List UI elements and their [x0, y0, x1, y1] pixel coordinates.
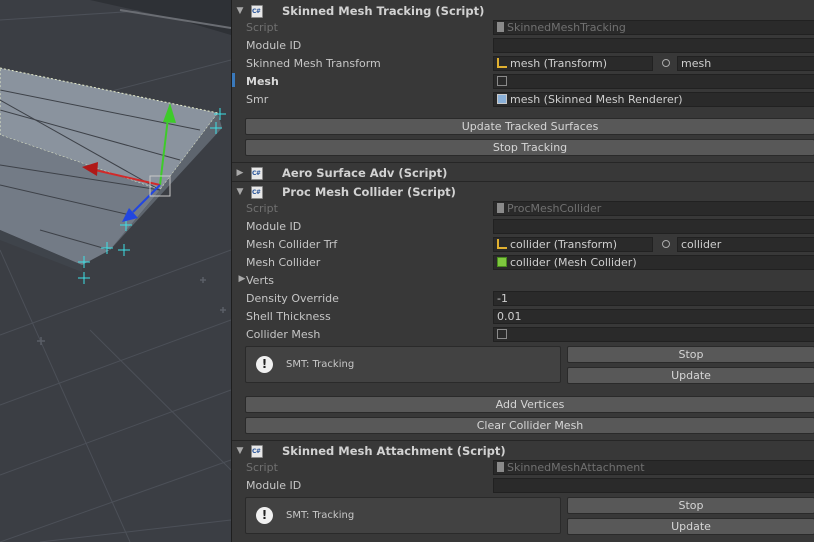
field-label: Shell Thickness: [246, 310, 331, 323]
csharp-script-icon: [251, 4, 263, 18]
density-override-row: Density Override -1: [232, 290, 814, 307]
mesh-collider-trf-field[interactable]: collider (Transform): [493, 237, 653, 252]
field-label: Script: [246, 202, 278, 215]
update-button[interactable]: Update: [567, 367, 814, 384]
shell-thickness-row: Shell Thickness 0.01: [232, 308, 814, 325]
component-title: Proc Mesh Collider (Script): [282, 185, 456, 199]
mesh-collider-row: Mesh Collider collider (Mesh Collider): [232, 254, 814, 271]
script-row: Script SkinnedMeshAttachment: [232, 459, 814, 476]
script-row: Script ProcMeshCollider: [232, 200, 814, 217]
stop-tracking-button[interactable]: Stop Tracking: [245, 139, 814, 156]
module-id-row: Module ID: [232, 37, 814, 54]
smr-field[interactable]: mesh (Skinned Mesh Renderer): [493, 92, 814, 107]
warning-icon: !: [256, 356, 273, 373]
component-title: Skinned Mesh Tracking (Script): [282, 4, 485, 18]
mesh-filter-icon: [497, 329, 507, 339]
csharp-script-icon: [251, 166, 263, 180]
component-header-aero-surface-adv[interactable]: ▶ Aero Surface Adv (Script): [232, 164, 814, 182]
component-divider: [232, 440, 814, 441]
component-divider: [232, 162, 814, 163]
warning-icon: !: [256, 507, 273, 524]
module-id-row: Module ID: [232, 477, 814, 494]
skinned-mesh-renderer-icon: [497, 94, 507, 104]
help-box: ! SMT: Tracking: [245, 346, 561, 383]
verts-row[interactable]: ▶ Verts: [232, 272, 814, 289]
field-label: Script: [246, 21, 278, 34]
transform-icon: [497, 239, 507, 249]
script-file-icon: [497, 22, 504, 32]
mesh-filter-icon: [497, 76, 507, 86]
component-title: Aero Surface Adv (Script): [282, 166, 448, 180]
field-label: Smr: [246, 93, 269, 106]
component-header-skinned-mesh-attachment[interactable]: ▼ Skinned Mesh Attachment (Script): [232, 442, 814, 460]
help-text: SMT: Tracking: [286, 510, 355, 521]
add-vertices-button[interactable]: Add Vertices: [245, 396, 814, 413]
field-label: Module ID: [246, 479, 302, 492]
mesh-field[interactable]: [493, 74, 814, 89]
field-label: Collider Mesh: [246, 328, 321, 341]
mesh-collider-field[interactable]: collider (Mesh Collider): [493, 255, 814, 270]
foldout-collapsed-icon[interactable]: ▶: [234, 168, 246, 178]
field-label: Verts: [246, 274, 275, 287]
foldout-expanded-icon[interactable]: ▼: [234, 6, 246, 16]
shell-thickness-field[interactable]: 0.01: [493, 309, 814, 324]
component-title: Skinned Mesh Attachment (Script): [282, 444, 506, 458]
script-file-icon: [497, 203, 504, 213]
inspector-panel: ▼ Skinned Mesh Tracking (Script) Script …: [231, 0, 814, 542]
update-button[interactable]: Update: [567, 518, 814, 535]
script-field: ProcMeshCollider: [493, 201, 814, 216]
component-divider: [232, 181, 814, 182]
help-text: SMT: Tracking: [286, 359, 355, 370]
scene-view[interactable]: [0, 0, 231, 542]
skinned-mesh-transform-field[interactable]: mesh (Transform): [493, 56, 653, 71]
update-tracked-surfaces-button[interactable]: Update Tracked Surfaces: [245, 118, 814, 135]
module-id-field[interactable]: [493, 38, 814, 53]
module-id-row: Module ID: [232, 218, 814, 235]
field-label: Module ID: [246, 220, 302, 233]
object-picker-icon[interactable]: [662, 240, 670, 248]
script-file-icon: [497, 462, 504, 472]
skinned-mesh-transform-name-field[interactable]: mesh: [677, 56, 814, 71]
script-field: SkinnedMeshTracking: [493, 20, 814, 35]
field-label: Mesh Collider Trf: [246, 238, 338, 251]
component-header-skinned-mesh-tracking[interactable]: ▼ Skinned Mesh Tracking (Script): [232, 2, 814, 20]
csharp-script-icon: [251, 185, 263, 199]
object-picker-icon[interactable]: [662, 59, 670, 67]
script-field: SkinnedMeshAttachment: [493, 460, 814, 475]
collider-mesh-row: Collider Mesh: [232, 326, 814, 343]
field-label: Script: [246, 461, 278, 474]
csharp-script-icon: [251, 444, 263, 458]
field-label: Density Override: [246, 292, 339, 305]
smr-row: Smr mesh (Skinned Mesh Renderer): [232, 91, 814, 108]
mesh-collider-trf-name-field[interactable]: collider: [677, 237, 814, 252]
field-label: Mesh: [246, 75, 279, 88]
scene-viewport[interactable]: [0, 0, 231, 542]
transform-icon: [497, 58, 507, 68]
foldout-expanded-icon[interactable]: ▼: [234, 446, 246, 456]
module-id-field[interactable]: [493, 478, 814, 493]
field-label: Mesh Collider: [246, 256, 321, 269]
stop-button[interactable]: Stop: [567, 346, 814, 363]
density-override-field[interactable]: -1: [493, 291, 814, 306]
clear-collider-mesh-button[interactable]: Clear Collider Mesh: [245, 417, 814, 434]
skinned-mesh-transform-row: Skinned Mesh Transform mesh (Transform) …: [232, 55, 814, 72]
mesh-collider-trf-row: Mesh Collider Trf collider (Transform) c…: [232, 236, 814, 253]
collider-mesh-field[interactable]: [493, 327, 814, 342]
help-box: ! SMT: Tracking: [245, 497, 561, 534]
stop-button[interactable]: Stop: [567, 497, 814, 514]
field-label: Skinned Mesh Transform: [246, 57, 381, 70]
mesh-row: Mesh: [232, 73, 814, 90]
component-header-proc-mesh-collider[interactable]: ▼ Proc Mesh Collider (Script): [232, 183, 814, 201]
script-row: Script SkinnedMeshTracking: [232, 19, 814, 36]
mesh-collider-icon: [497, 257, 507, 267]
field-label: Module ID: [246, 39, 302, 52]
foldout-expanded-icon[interactable]: ▼: [234, 187, 246, 197]
module-id-field[interactable]: [493, 219, 814, 234]
